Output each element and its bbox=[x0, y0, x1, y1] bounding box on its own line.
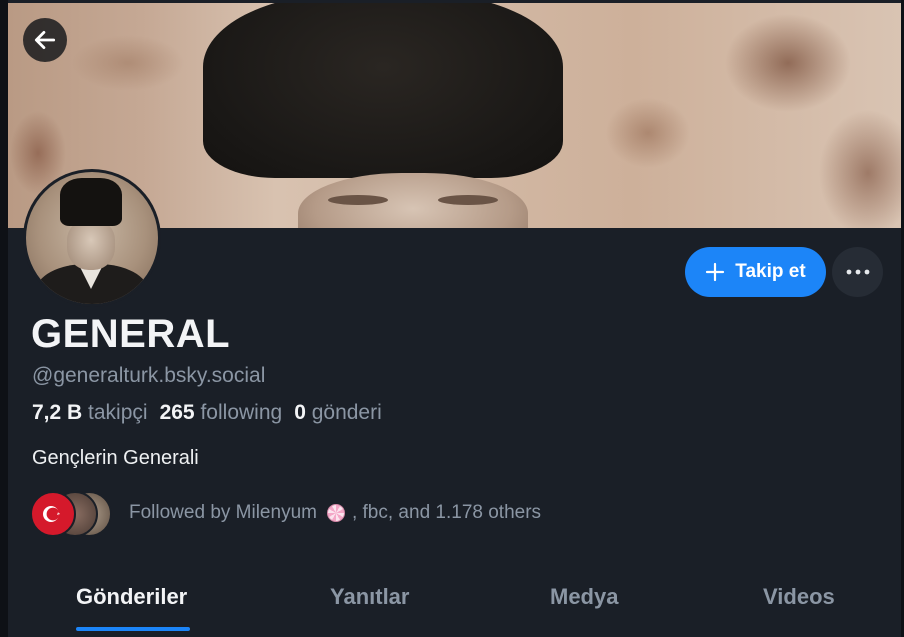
follow-button[interactable]: Takip et bbox=[685, 247, 826, 297]
profile-stats: 7,2 B takipçi 265 following 0 gönderi bbox=[32, 401, 382, 425]
bio: Gençlerin Generali bbox=[32, 447, 199, 469]
following-stat[interactable]: 265 following bbox=[160, 401, 283, 425]
turkish-flag-icon bbox=[43, 506, 60, 522]
tab-gonderiler[interactable]: Gönderiler bbox=[76, 584, 187, 610]
handle: @generalturk.bsky.social bbox=[32, 364, 266, 387]
follower-avatar bbox=[30, 491, 76, 537]
arrow-left-icon bbox=[34, 31, 56, 49]
followed-by-prefix: Followed by Milenyum bbox=[129, 502, 317, 523]
ellipsis-icon bbox=[846, 269, 869, 275]
tab-videos[interactable]: Videos bbox=[763, 584, 835, 610]
profile-tabs: Gönderiler Yanıtlar Medya Videos bbox=[8, 560, 901, 637]
follow-button-label: Takip et bbox=[735, 261, 806, 282]
followed-by-suffix: , fbc, and 1.178 others bbox=[351, 502, 542, 523]
candy-icon bbox=[326, 504, 345, 522]
active-tab-indicator bbox=[76, 627, 190, 631]
followers-stat[interactable]: 7,2 B takipçi bbox=[32, 401, 148, 425]
plus-icon bbox=[706, 262, 725, 282]
back-button[interactable] bbox=[23, 18, 67, 62]
more-options-button[interactable] bbox=[832, 247, 883, 297]
tab-yanitlar[interactable]: Yanıtlar bbox=[330, 584, 409, 610]
window-edge-left bbox=[0, 0, 8, 637]
display-name: GENERAL bbox=[31, 312, 231, 356]
avatar[interactable] bbox=[23, 169, 161, 307]
tab-medya[interactable]: Medya bbox=[550, 584, 618, 610]
posts-stat: 0 gönderi bbox=[294, 401, 382, 424]
